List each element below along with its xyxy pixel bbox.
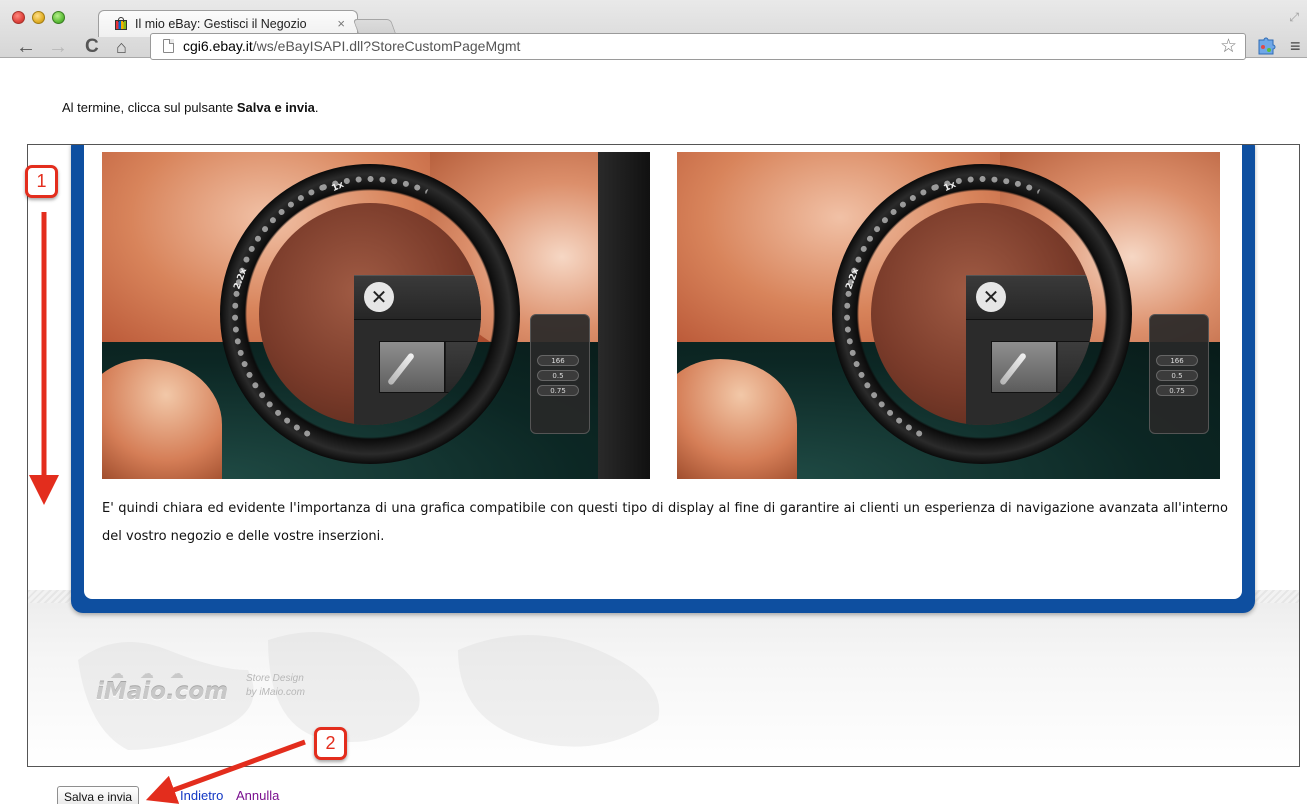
reload-icon[interactable]: C: [85, 37, 99, 57]
instruction-button-name: Salva e invia: [236, 100, 315, 115]
canyon-scene: 166 0.5 0.75 ✕ 2.2x 1x: [677, 152, 1220, 479]
minimize-window-button[interactable]: [32, 11, 45, 24]
brand-name: iMaio.com: [96, 679, 229, 705]
address-bar[interactable]: cgi6.ebay.it/ws/eBayISAPI.dll?StoreCusto…: [150, 33, 1246, 60]
hud-value: 166: [537, 355, 579, 366]
tool-hud: 166 0.5 0.75: [1149, 314, 1209, 434]
hud-value: 0.5: [537, 370, 579, 381]
retina-screenshot-right: 166 0.5 0.75 ✕ 2.2x 1x: [677, 152, 1220, 479]
zoom-window-button[interactable]: [52, 11, 65, 24]
tab-close-icon[interactable]: ×: [337, 16, 345, 31]
store-content-box: 166 0.5 0.75 ✕ 2.2x 1x 166 0.5 0.75 ✕ 2.…: [71, 145, 1255, 613]
page-icon: [163, 39, 174, 53]
save-and-send-button[interactable]: Salva e invia: [57, 786, 140, 804]
hud-value: 0.75: [537, 385, 579, 396]
description-paragraph: E' quindi chiara ed evidente l'importanz…: [102, 501, 1228, 544]
browser-window: Il mio eBay: Gestisci il Negozio × ⤢ ← →…: [0, 0, 1307, 804]
instruction-prefix: Al termine, clicca sul pulsante: [62, 100, 237, 115]
brand-tagline: Store Design: [246, 673, 304, 684]
fullscreen-icon[interactable]: ⤢: [1289, 10, 1299, 25]
extension-puzzle-icon[interactable]: [1255, 34, 1277, 56]
url-text: cgi6.ebay.it/ws/eBayISAPI.dll?StoreCusto…: [183, 38, 520, 54]
home-icon[interactable]: ⌂: [116, 37, 127, 57]
hud-value: 166: [1156, 355, 1198, 366]
magnifier-lens: ✕ 2.2x 1x: [805, 152, 1159, 479]
step-1-badge: 1: [25, 165, 58, 198]
browser-titlebar: Il mio eBay: Gestisci il Negozio × ⤢ ← →…: [0, 0, 1307, 60]
tool-hud: 166 0.5 0.75: [530, 314, 590, 434]
brand-tagline: by iMaio.com: [246, 687, 305, 698]
canyon-scene: 166 0.5 0.75 ✕ 2.2x 1x: [102, 152, 650, 479]
url-host: cgi6.ebay.it: [183, 38, 253, 54]
instruction-text: Al termine, clicca sul pulsante Salva e …: [62, 100, 319, 115]
url-path: /ws/eBayISAPI.dll?StoreCustomPageMgmt: [252, 38, 521, 54]
bookmark-star-icon[interactable]: ☆: [1220, 35, 1237, 58]
ebay-shopping-bag-icon: [113, 17, 129, 31]
close-window-button[interactable]: [12, 11, 25, 24]
retina-screenshot-left: 166 0.5 0.75 ✕ 2.2x 1x: [102, 152, 650, 479]
back-arrow-icon[interactable]: ←: [16, 37, 36, 57]
forward-arrow-icon[interactable]: →: [48, 37, 68, 57]
store-content-inner: 166 0.5 0.75 ✕ 2.2x 1x 166 0.5 0.75 ✕ 2.…: [84, 145, 1242, 599]
cancel-link[interactable]: Annulla: [236, 788, 279, 803]
chrome-menu-icon[interactable]: ≡: [1290, 36, 1301, 57]
magnifier-lens: ✕ 2.2x 1x: [193, 152, 547, 479]
tab-title: Il mio eBay: Gestisci il Negozio: [135, 17, 307, 31]
hud-value: 0.5: [1156, 370, 1198, 381]
store-preview-frame[interactable]: 166 0.5 0.75 ✕ 2.2x 1x 166 0.5 0.75 ✕ 2.…: [27, 144, 1300, 767]
instruction-suffix: .: [314, 100, 319, 115]
step-2-badge: 2: [314, 727, 347, 760]
hud-value: 0.75: [1156, 385, 1198, 396]
back-link[interactable]: Indietro: [180, 788, 223, 803]
browser-toolbar: ← → C ⌂ cgi6.ebay.it/ws/eBayISAPI.dll?St…: [0, 33, 1307, 60]
